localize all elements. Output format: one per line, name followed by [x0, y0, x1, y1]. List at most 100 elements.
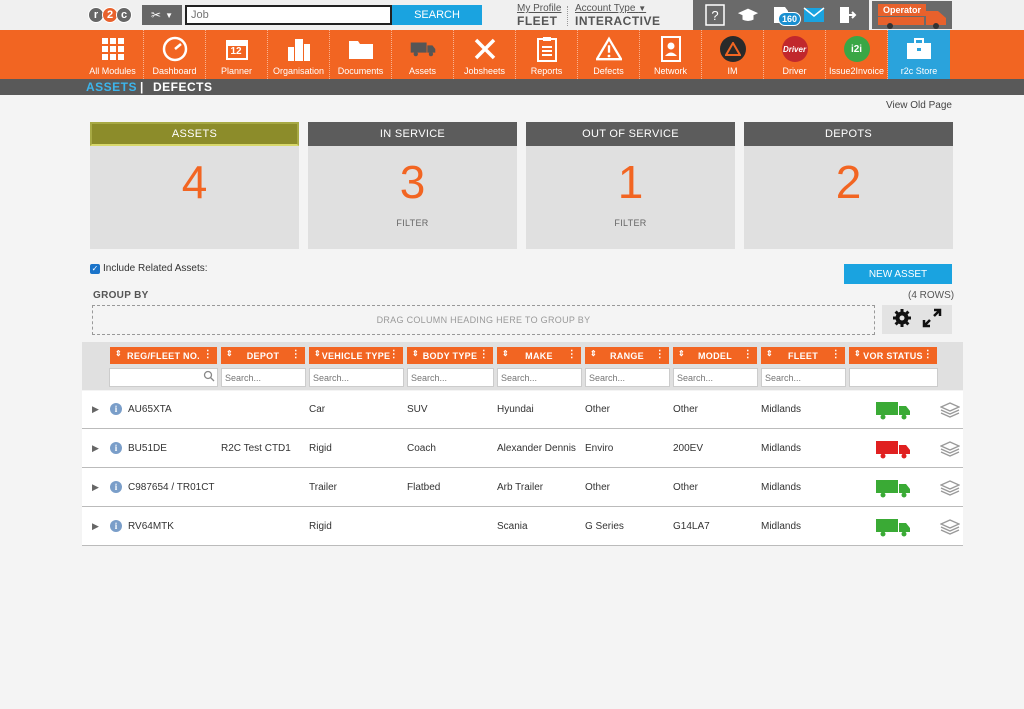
- table-row[interactable]: ▶ i BU51DE R2C Test CTD1 Rigid Coach Ale…: [82, 430, 963, 468]
- nav-defects[interactable]: Defects: [578, 30, 640, 79]
- settings-gear-icon[interactable]: [892, 308, 912, 331]
- search-input[interactable]: [185, 5, 392, 25]
- nav-all-modules[interactable]: All Modules: [82, 30, 144, 79]
- stat-card-assets[interactable]: ASSETS 4: [90, 122, 299, 249]
- column-menu-icon[interactable]: ⋮: [831, 349, 841, 360]
- include-related-checkbox[interactable]: ✓ Include Related Assets:: [90, 263, 208, 274]
- column-menu-icon[interactable]: ⋮: [743, 349, 753, 360]
- card-filter-link[interactable]: FILTER: [526, 218, 735, 228]
- cell-reg[interactable]: BU51DE: [128, 443, 167, 454]
- stat-card-depots[interactable]: DEPOTS 2: [744, 122, 953, 249]
- tools-dropdown-button[interactable]: ✂ ▼: [142, 5, 182, 25]
- search-button[interactable]: SEARCH: [392, 5, 482, 25]
- layers-icon[interactable]: [939, 519, 961, 538]
- table-row[interactable]: ▶ i AU65XTA Car SUV Hyundai Other Other …: [82, 391, 963, 429]
- column-header-vor-status[interactable]: ⇕ VOR STATUS ⋮: [849, 347, 937, 364]
- view-old-page-link[interactable]: View Old Page: [886, 100, 952, 111]
- column-menu-icon[interactable]: ⋮: [923, 349, 933, 360]
- cell-reg[interactable]: RV64MTK: [128, 521, 174, 532]
- cell-reg[interactable]: AU65XTA: [128, 404, 172, 415]
- nav-driver[interactable]: Driver Driver: [764, 30, 826, 79]
- column-header-vehicle-type[interactable]: ⇕ VEHICLE TYPE ⋮: [309, 347, 403, 364]
- nav-planner[interactable]: 12 Planner: [206, 30, 268, 79]
- calendar-icon: 12: [224, 36, 250, 62]
- card-filter-link[interactable]: FILTER: [308, 218, 517, 228]
- notifications-icon[interactable]: 160: [770, 4, 802, 26]
- clipboard-icon: [534, 36, 560, 62]
- nav-dashboard[interactable]: Dashboard: [144, 30, 206, 79]
- column-menu-icon[interactable]: ⋮: [389, 349, 399, 360]
- range-search-input[interactable]: [585, 368, 670, 387]
- subnav-defects-tab[interactable]: DEFECTS: [153, 80, 213, 94]
- table-row[interactable]: ▶ i RV64MTK Rigid Scania G Series G14LA7…: [82, 508, 963, 546]
- cell-model: Other: [673, 404, 699, 415]
- stat-card-in-service[interactable]: IN SERVICE 3 FILTER: [308, 122, 517, 249]
- nav-r2c-store[interactable]: r2c Store: [888, 30, 950, 79]
- account-type-dropdown[interactable]: Account Type ▼: [575, 3, 661, 14]
- buildings-icon: [286, 36, 312, 62]
- column-header-model[interactable]: ⇕ MODEL ⋮: [673, 347, 757, 364]
- r2c-logo[interactable]: r 2 c: [88, 4, 136, 26]
- nav-jobsheets[interactable]: Jobsheets: [454, 30, 516, 79]
- column-header-reg[interactable]: ⇕ REG/FLEET NO. ⋮: [110, 347, 217, 364]
- expand-row-icon[interactable]: ▶: [92, 521, 99, 532]
- expand-icon[interactable]: [922, 308, 942, 331]
- nav-issue2invoice[interactable]: i2i Issue2Invoice: [826, 30, 888, 79]
- expand-row-icon[interactable]: ▶: [92, 482, 99, 493]
- layers-icon[interactable]: [939, 441, 961, 460]
- expand-row-icon[interactable]: ▶: [92, 443, 99, 454]
- nav-im[interactable]: IM: [702, 30, 764, 79]
- new-asset-button[interactable]: NEW ASSET: [844, 264, 952, 284]
- column-header-make[interactable]: ⇕ MAKE ⋮: [497, 347, 581, 364]
- column-header-depot[interactable]: ⇕ DEPOT ⋮: [221, 347, 305, 364]
- mail-icon[interactable]: [803, 4, 825, 26]
- depot-search-input[interactable]: [221, 368, 306, 387]
- operator-badge[interactable]: Operator: [872, 1, 952, 29]
- info-icon[interactable]: i: [110, 481, 122, 493]
- table-row[interactable]: ▶ i C987654 / TR01CT Trailer Flatbed Arb…: [82, 469, 963, 507]
- sort-icon: ⇕: [314, 349, 322, 358]
- info-icon[interactable]: i: [110, 403, 122, 415]
- column-menu-icon[interactable]: ⋮: [203, 349, 213, 360]
- cell-range: Enviro: [585, 443, 614, 454]
- account-type-value: INTERACTIVE: [575, 14, 661, 28]
- info-icon[interactable]: i: [110, 442, 122, 454]
- training-icon[interactable]: [737, 4, 759, 26]
- reg-search-input[interactable]: [109, 368, 218, 387]
- profile-section: My Profile FLEET: [517, 3, 561, 28]
- nav-assets[interactable]: Assets: [392, 30, 454, 79]
- model-search-input[interactable]: [673, 368, 758, 387]
- nav-documents[interactable]: Documents: [330, 30, 392, 79]
- vehicle-type-search-input[interactable]: [309, 368, 404, 387]
- stat-card-out-of-service[interactable]: OUT OF SERVICE 1 FILTER: [526, 122, 735, 249]
- column-header-fleet[interactable]: ⇕ FLEET ⋮: [761, 347, 845, 364]
- column-menu-icon[interactable]: ⋮: [655, 349, 665, 360]
- logout-icon[interactable]: [836, 4, 858, 26]
- layers-icon[interactable]: [939, 402, 961, 421]
- my-profile-link[interactable]: My Profile: [517, 3, 561, 14]
- nav-reports[interactable]: Reports: [516, 30, 578, 79]
- column-menu-icon[interactable]: ⋮: [291, 349, 301, 360]
- column-menu-icon[interactable]: ⋮: [567, 349, 577, 360]
- column-header-range[interactable]: ⇕ RANGE ⋮: [585, 347, 669, 364]
- hazard-icon: [719, 36, 746, 62]
- layers-icon[interactable]: [939, 480, 961, 499]
- make-search-input[interactable]: [497, 368, 582, 387]
- help-icon[interactable]: ?: [704, 4, 726, 26]
- cell-reg[interactable]: C987654 / TR01CT: [128, 482, 215, 493]
- body-type-search-input[interactable]: [407, 368, 494, 387]
- fleet-search-input[interactable]: [761, 368, 846, 387]
- nav-label: Driver: [782, 66, 807, 76]
- nav-network[interactable]: Network: [640, 30, 702, 79]
- sort-icon: ⇕: [678, 349, 686, 358]
- grid-tools: [882, 305, 952, 334]
- vor-status-search-input[interactable]: [849, 368, 938, 387]
- column-header-body-type[interactable]: ⇕ BODY TYPE ⋮: [407, 347, 493, 364]
- subnav-assets-tab[interactable]: ASSETS: [86, 80, 137, 94]
- group-by-drop-zone[interactable]: DRAG COLUMN HEADING HERE TO GROUP BY: [92, 305, 875, 335]
- expand-row-icon[interactable]: ▶: [92, 404, 99, 415]
- info-icon[interactable]: i: [110, 520, 122, 532]
- nav-organisation[interactable]: Organisation: [268, 30, 330, 79]
- card-title: IN SERVICE: [308, 122, 517, 146]
- column-menu-icon[interactable]: ⋮: [479, 349, 489, 360]
